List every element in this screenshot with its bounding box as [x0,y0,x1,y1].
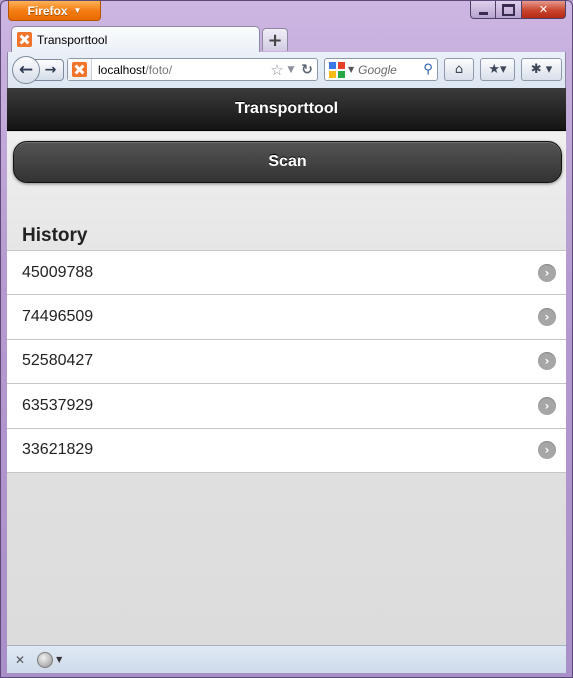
history-heading: History [22,225,88,246]
bookmarks-icon: ★▾ [488,62,507,77]
page-title: Transporttool [234,100,339,117]
chevron-right-icon: › [538,308,556,327]
history-item-number: 45009788 [22,263,94,281]
tab-transporttool[interactable]: Transporttool [11,26,260,52]
navigation-toolbar: ← → localhost/foto/ ☆ ▼ ↻ ▼ Google ⚲ ⌂ ★… [7,52,566,88]
status-bar: ✕ ▼ [7,645,566,673]
app-content: Scan History 45009788 › 74496509 › 52580… [7,132,566,645]
back-arrow-icon: ← [18,60,34,80]
page-viewport: Transporttool Scan History 45009788 › 74… [7,88,566,645]
url-host: localhost [98,62,146,77]
list-item[interactable]: 74496509 › [7,295,566,340]
close-icon: ✕ [538,3,549,16]
back-forward-group: ← → [12,56,68,84]
home-icon: ⌂ [454,62,464,77]
history-item-number: 33621829 [22,441,94,459]
firefox-menu-label: Firefox [27,3,68,18]
scan-button[interactable]: Scan [13,141,562,183]
list-item[interactable]: 33621829 › [7,428,566,473]
chevron-right-icon: › [538,441,556,460]
history-item-number: 63537929 [22,396,94,414]
tab-title: Transporttool [37,32,108,47]
site-favicon-icon [72,62,87,77]
addon-toolbar-button[interactable]: ✱ ▾ [521,58,562,81]
browser-window: Firefox ▼ ✕ Transporttool + ← → localhos… [0,0,573,678]
dropdown-icon: ▼ [56,655,63,664]
bookmark-star-icon[interactable]: ☆ [269,61,285,79]
url-input[interactable]: localhost/foto/ [92,63,269,77]
addon-status-button[interactable]: ▼ [37,651,63,668]
window-controls: ✕ [470,1,566,19]
firefox-menu-button[interactable]: Firefox ▼ [8,1,101,21]
search-bar[interactable]: ▼ Google ⚲ [324,58,438,81]
chevron-right-icon: › [538,396,556,415]
search-icon[interactable]: ⚲ [419,62,437,77]
search-input[interactable]: Google [358,63,419,77]
list-item[interactable]: 63537929 › [7,384,566,429]
menu-caret-icon: ▼ [73,6,82,15]
engine-dropdown-icon[interactable]: ▼ [348,65,354,74]
url-path: /foto/ [145,62,173,77]
scan-button-label: Scan [268,153,307,170]
reload-icon[interactable]: ↻ [297,62,317,78]
forward-arrow-icon: → [44,62,57,78]
app-header: Transporttool [7,88,566,131]
addon-icon: ✱ ▾ [530,62,553,77]
home-button[interactable]: ⌂ [444,58,474,81]
list-item[interactable]: 45009788 › [7,251,566,296]
plus-icon: + [267,29,283,51]
maximize-button[interactable] [496,1,522,19]
xampp-favicon-icon [17,32,32,47]
site-identity-button[interactable] [68,59,92,80]
list-item[interactable]: 52580427 › [7,339,566,385]
history-dropdown-icon[interactable]: ▼ [285,65,297,75]
globe-icon [37,651,54,668]
minimize-button[interactable] [470,1,496,19]
chevron-right-icon: › [538,263,556,282]
url-bar[interactable]: localhost/foto/ ☆ ▼ ↻ [67,58,318,81]
bookmarks-button[interactable]: ★▾ [480,58,515,81]
back-button[interactable]: ← [12,56,40,84]
google-engine-icon[interactable] [329,61,345,78]
title-bar: Firefox ▼ ✕ [1,1,572,25]
chevron-right-icon: › [538,352,556,371]
new-tab-button[interactable]: + [262,28,288,51]
history-item-number: 52580427 [22,352,94,370]
close-window-button[interactable]: ✕ [522,1,566,19]
history-list: 45009788 › 74496509 › 52580427 › 6353792… [7,250,566,473]
history-item-number: 74496509 [22,308,94,326]
close-addon-bar-icon[interactable]: ✕ [15,653,25,667]
